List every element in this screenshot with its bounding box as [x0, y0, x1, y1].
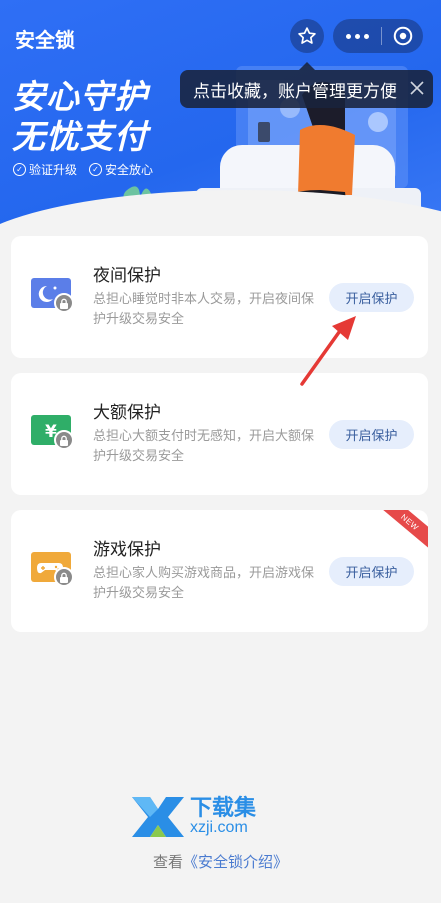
card-title: 大额保护 — [93, 403, 161, 422]
card-title: 游戏保护 — [93, 540, 161, 559]
more-menu-button[interactable] — [333, 33, 381, 39]
logo-x-icon — [132, 797, 184, 837]
enable-night-protection-button[interactable]: 开启保护 — [329, 283, 414, 312]
card-description: 总担心大额支付时无感知，开启大额保护升级交易安全 — [93, 428, 315, 463]
favorite-button[interactable] — [290, 19, 324, 53]
lock-icon — [54, 567, 74, 587]
card-large-amount-protection: ¥ 大额保护 总担心大额支付时无感知，开启大额保护升级交易安全 开启保护 — [11, 373, 428, 495]
check-circle-icon: ✓ — [89, 163, 103, 176]
badge-label: 安全放心 — [105, 163, 154, 177]
footer-prefix: 查看 — [152, 854, 183, 871]
badge-label: 验证升级 — [29, 163, 78, 177]
enable-game-protection-button[interactable]: 开启保护 — [329, 557, 414, 586]
card-night-protection: 夜间保护 总担心睡觉时非本人交易，开启夜间保护升级交易安全 开启保护 — [11, 236, 428, 358]
tooltip-pointer — [299, 62, 315, 70]
card-description: 总担心家人购买游戏商品，开启游戏保护升级交易安全 — [93, 565, 315, 600]
card-title: 夜间保护 — [93, 266, 161, 285]
exit-miniapp-button[interactable] — [382, 25, 423, 47]
app-title: 安全锁 — [15, 30, 75, 52]
favorite-tooltip: 点击收藏，账户管理更方便 — [180, 70, 433, 108]
watermark-en: xzji.com — [190, 819, 248, 836]
card-game-protection: NEW 游戏保护 总担心家人购买游戏商品，开启游戏保护升级交易安全 开启保护 — [11, 510, 428, 632]
watermark-cn: 下载集 — [190, 795, 257, 820]
slogan-line2: 无忧支付 — [12, 118, 148, 155]
more-icon — [345, 33, 351, 39]
watermark-logo: 下载集 xzji.com — [130, 795, 256, 839]
check-circle-icon: ✓ — [13, 163, 26, 176]
badge-verify: ✓ 验证升级 — [13, 161, 77, 178]
close-circle-icon — [393, 26, 412, 46]
lock-icon — [54, 430, 74, 450]
feature-badges: ✓ 验证升级 ✓ 安全放心 — [13, 161, 153, 178]
enable-large-amount-protection-button[interactable]: 开启保护 — [329, 420, 414, 449]
star-icon — [298, 27, 316, 44]
tooltip-close-icon[interactable] — [409, 80, 425, 96]
lock-icon — [54, 293, 74, 313]
footer-intro: 查看《安全锁介绍》 — [0, 851, 441, 872]
tooltip-text: 点击收藏，账户管理更方便 — [193, 81, 397, 101]
card-description: 总担心睡觉时非本人交易，开启夜间保护升级交易安全 — [93, 291, 315, 326]
new-ribbon: NEW — [374, 510, 428, 554]
miniapp-capsule — [333, 19, 423, 53]
intro-link[interactable]: 《安全锁介绍》 — [183, 854, 288, 871]
badge-safe: ✓ 安全放心 — [89, 161, 153, 178]
